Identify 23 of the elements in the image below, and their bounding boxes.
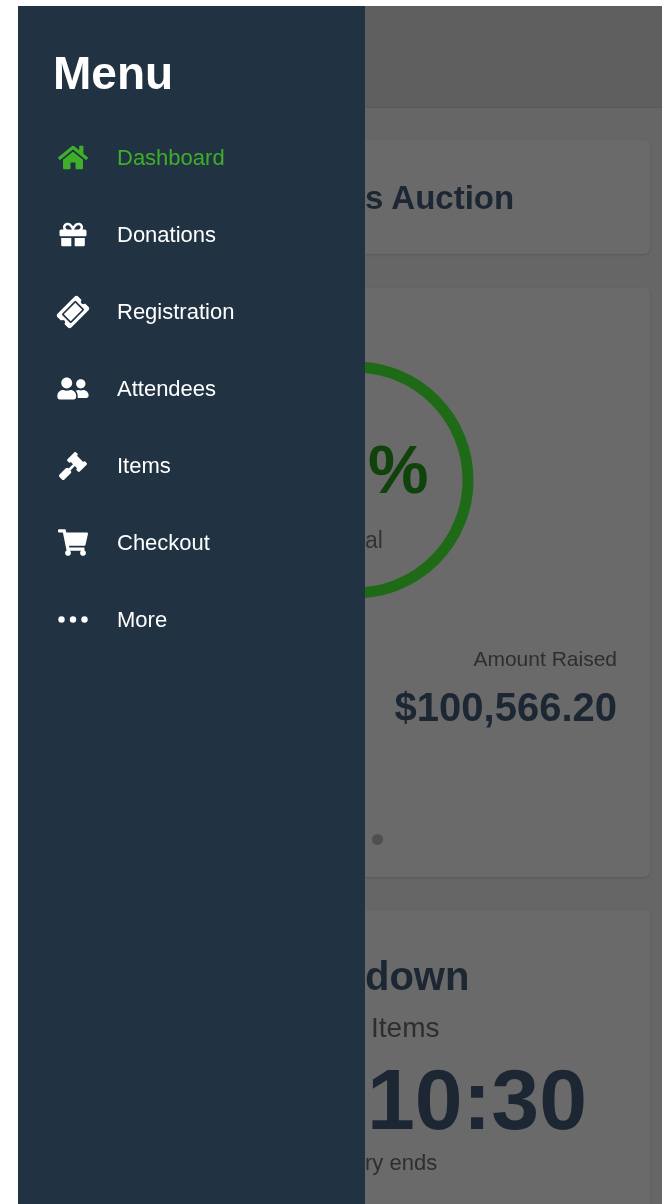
countdown-time: 10:30 <box>367 1056 587 1142</box>
cart-icon <box>58 529 88 556</box>
menu-item[interactable]: Items <box>18 427 365 504</box>
menu-item[interactable]: Attendees <box>18 350 365 427</box>
menu-item[interactable]: Donations <box>18 196 365 273</box>
gift-icon <box>58 221 88 248</box>
amount-label: Amount Raised <box>473 648 617 669</box>
menu-title: Menu <box>53 50 174 96</box>
goal-percent: % <box>368 435 429 503</box>
menu-item[interactable]: More <box>18 581 365 658</box>
menu-item[interactable]: Registration <box>18 273 365 350</box>
amount-value: $100,566.20 <box>394 687 617 727</box>
countdown-title: down <box>365 956 470 996</box>
goal-caption: al <box>365 529 383 552</box>
countdown-subtitle: Items <box>371 1014 440 1042</box>
people-icon <box>56 376 90 401</box>
gavel-icon <box>58 451 88 480</box>
event-title: s Auction <box>365 180 515 214</box>
more-icon <box>58 616 88 623</box>
menu-item[interactable]: Dashboard <box>18 119 365 196</box>
home-icon <box>58 144 88 171</box>
menu-item[interactable]: Checkout <box>18 504 365 581</box>
countdown-caption: ry ends <box>365 1152 438 1174</box>
